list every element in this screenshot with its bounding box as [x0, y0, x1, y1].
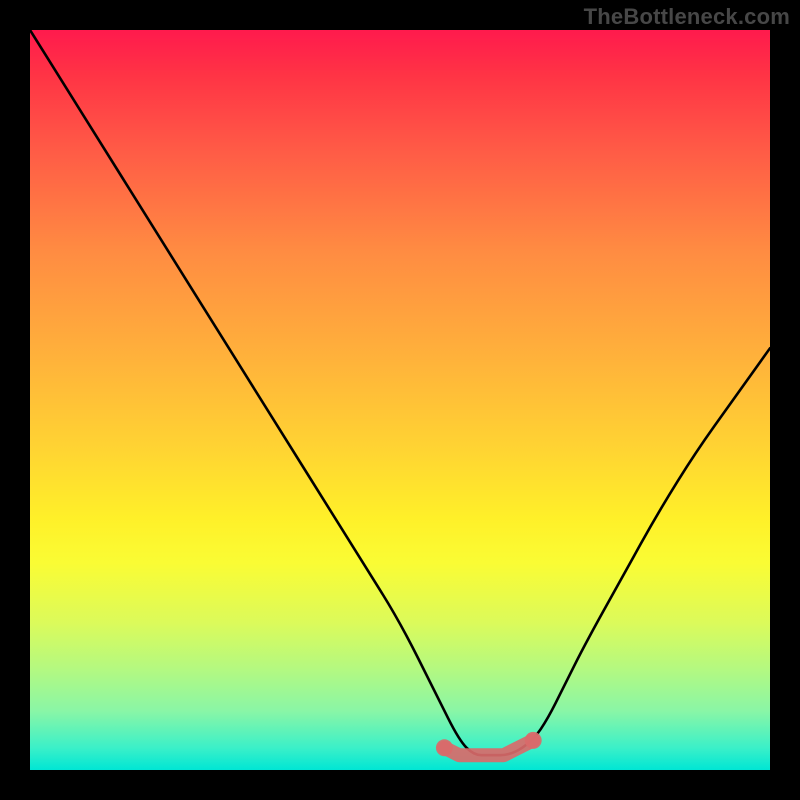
plot-area [30, 30, 770, 770]
bottleneck-curve [30, 30, 770, 755]
highlight-dots [436, 732, 542, 756]
curve-layer [30, 30, 770, 770]
highlight-dots-path [444, 740, 533, 755]
highlight-dot [436, 739, 453, 756]
watermark-text: TheBottleneck.com [584, 4, 790, 30]
chart-frame: TheBottleneck.com [0, 0, 800, 800]
highlight-dot [525, 732, 542, 749]
